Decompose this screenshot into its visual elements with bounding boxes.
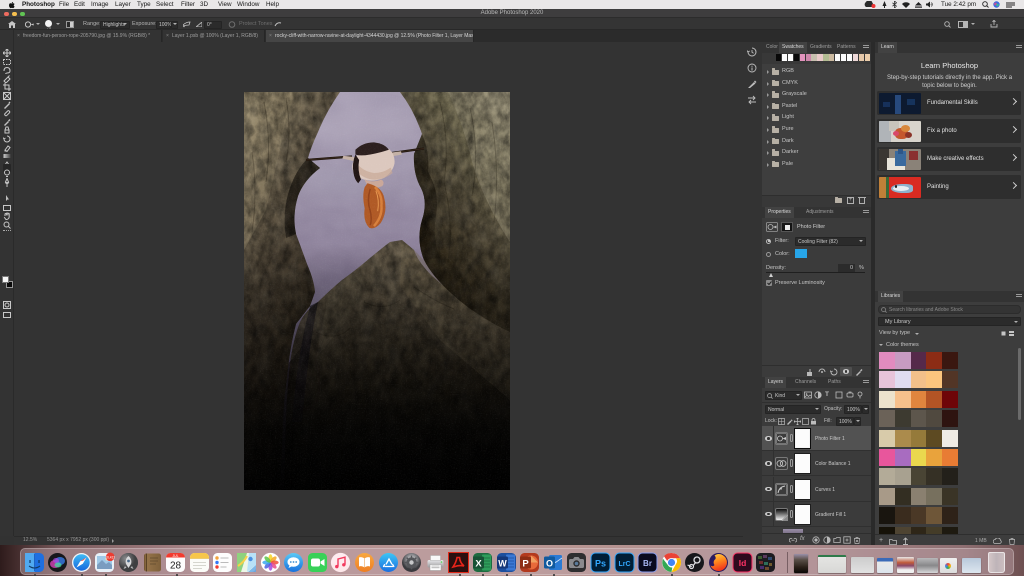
- svg-text:28: 28: [170, 560, 182, 571]
- svg-text:Ps: Ps: [595, 558, 606, 568]
- svg-text:JUL: JUL: [173, 553, 179, 557]
- svg-text:P: P: [522, 558, 529, 569]
- svg-text:W: W: [498, 558, 507, 568]
- svg-text:O: O: [546, 558, 553, 568]
- svg-text:Id: Id: [738, 558, 746, 568]
- svg-text:16,413: 16,413: [106, 555, 116, 559]
- svg-text:X: X: [475, 558, 482, 569]
- svg-text:LrC: LrC: [618, 560, 630, 567]
- svg-text:Br: Br: [643, 559, 652, 568]
